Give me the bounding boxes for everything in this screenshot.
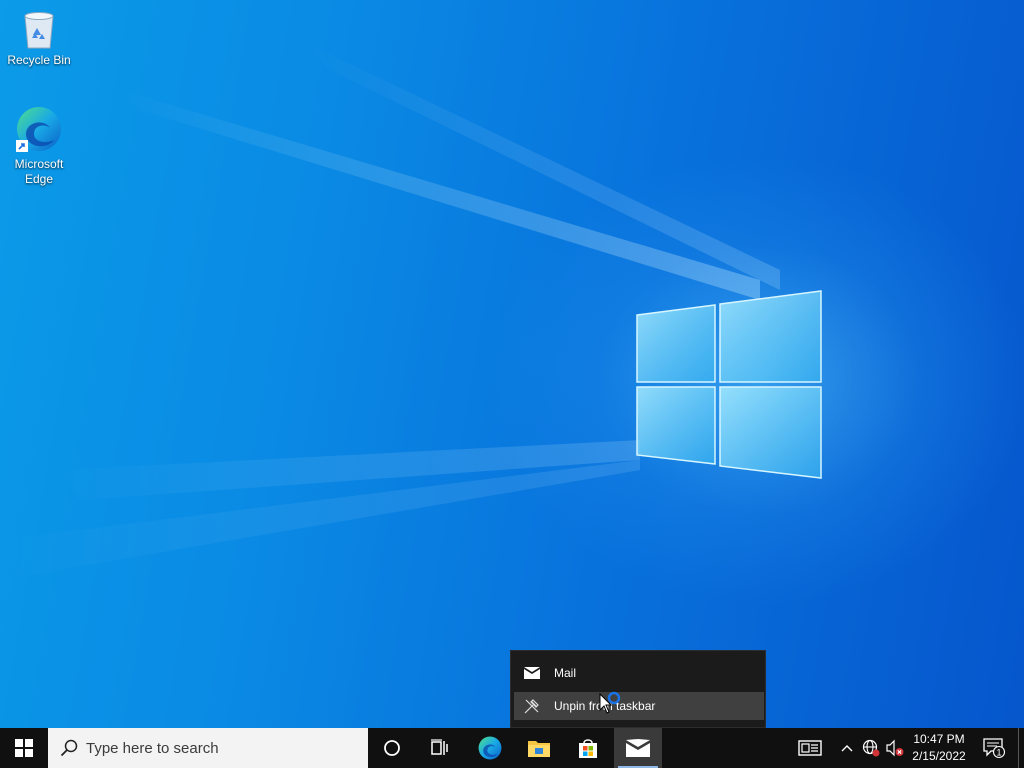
notifications-icon: 1 [983,738,1006,759]
cortana-circle-icon [384,740,400,756]
task-view-button[interactable] [416,728,464,768]
search-input[interactable] [86,739,336,757]
store-bag-icon [579,739,597,758]
cortana-button[interactable] [368,728,416,768]
clock-date: 2/15/2022 [912,749,966,763]
chevron-up-icon [841,745,853,752]
task-view-icon [431,739,448,755]
desktop-icon-label: Microsoft Edge [14,157,64,186]
taskbar-search-box[interactable] [48,728,368,768]
volume-muted-icon [886,739,904,757]
volume-button[interactable] [884,728,906,768]
mail-icon [626,739,650,757]
search-icon [60,739,78,757]
recycle-bin-icon [24,12,54,49]
edge-icon [16,107,61,152]
jumplist-item-mail[interactable]: Mail [514,659,764,687]
windows-logo-wallpaper [636,290,822,479]
show-hidden-icons-button[interactable] [836,728,858,768]
news-and-interests-button[interactable] [786,728,834,768]
unpin-icon [524,698,542,714]
show-desktop-button[interactable] [1018,728,1024,768]
busy-cursor-icon [599,691,621,714]
network-button[interactable] [860,728,882,768]
desktop[interactable]: Recycle Bin Microsoft Edge [0,0,1024,728]
news-icon [798,740,822,756]
desktop-icon-recycle-bin[interactable]: Recycle Bin [2,8,76,68]
mail-icon [524,667,542,679]
desktop-icon-label: Recycle Bin [7,53,71,67]
action-center-button[interactable]: 1 [976,728,1012,768]
clock-time: 10:47 PM [913,732,965,746]
taskbar: 10:47 PM 2/15/2022 1 [0,728,1024,768]
start-button[interactable] [0,728,48,768]
jumplist-item-unpin-from-taskbar[interactable]: Unpin from taskbar [514,692,764,720]
taskbar-mail-button[interactable] [614,728,662,768]
windows-logo-icon [15,739,33,757]
mail-jump-list: Mail Unpin from taskbar [510,650,766,728]
wallpaper-light-beams [0,40,822,580]
notification-count: 1 [996,748,1001,758]
desktop-icon-microsoft-edge[interactable]: Microsoft Edge [2,104,76,187]
taskbar-microsoft-store-button[interactable] [564,728,612,768]
folder-icon [528,741,550,757]
clock[interactable]: 10:47 PM 2/15/2022 [906,728,972,768]
jumplist-item-label: Mail [554,666,577,680]
edge-icon [478,736,502,760]
taskbar-edge-button[interactable] [466,728,514,768]
globe-network-icon [862,739,880,757]
taskbar-file-explorer-button[interactable] [515,728,563,768]
